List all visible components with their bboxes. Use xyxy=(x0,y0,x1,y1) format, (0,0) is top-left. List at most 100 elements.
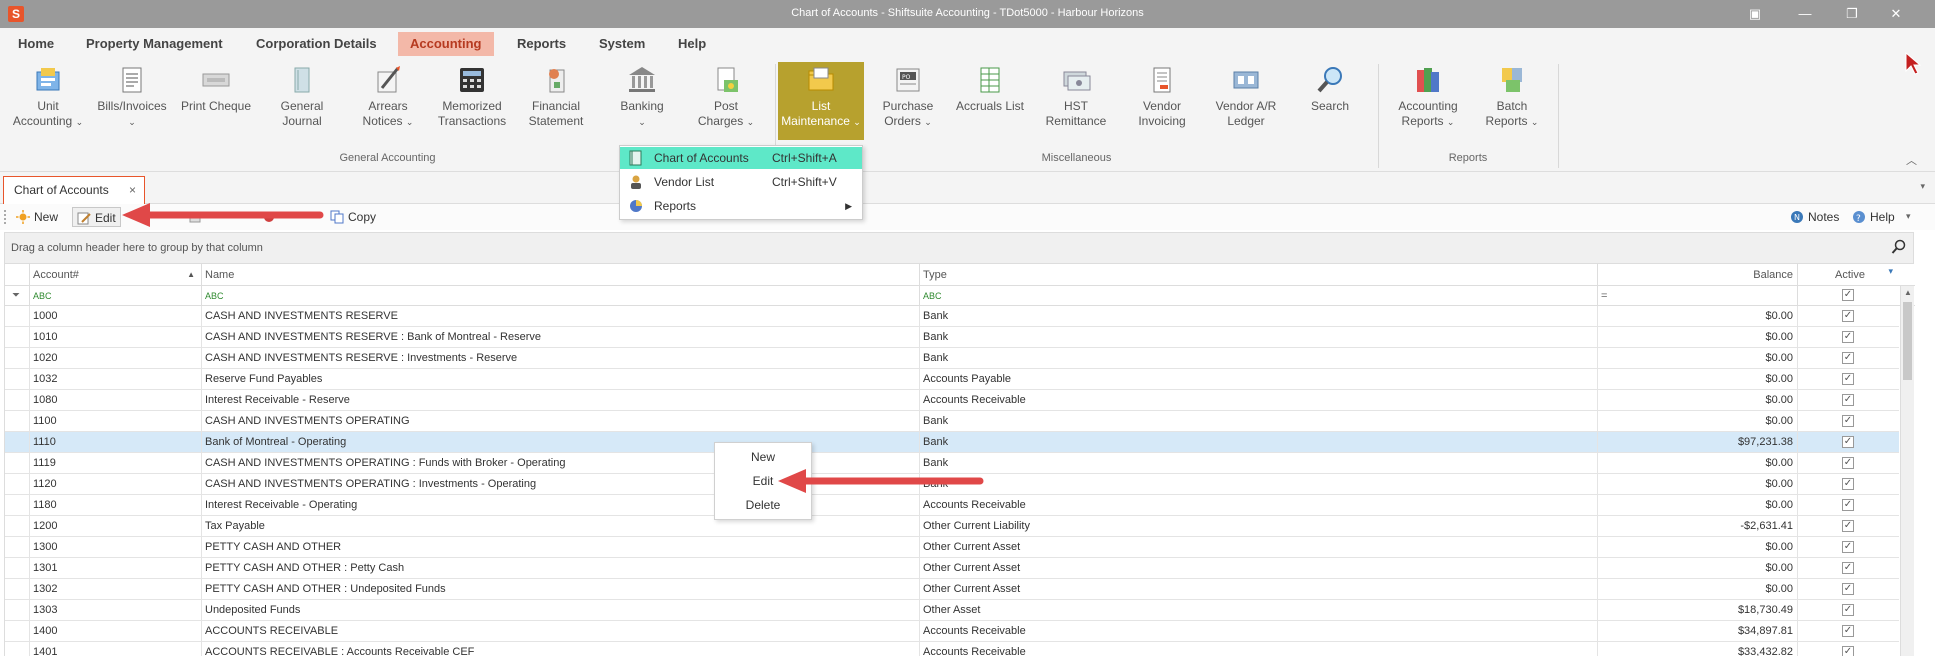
row-indicator-header xyxy=(5,264,29,286)
menu-reports[interactable]: Reports xyxy=(505,32,578,56)
active-checkbox[interactable]: ✓ xyxy=(1842,499,1854,511)
table-row[interactable]: 1020 CASH AND INVESTMENTS RESERVE : Inves… xyxy=(5,348,1899,369)
table-row[interactable]: 1303 Undeposited Funds Other Asset $18,730.… xyxy=(5,600,1899,621)
purchase-orders-button[interactable]: PO Purchase Orders ⌄ xyxy=(870,64,946,130)
cell-balance: $0.00 xyxy=(1597,327,1797,348)
menu-accounting[interactable]: Accounting xyxy=(398,32,494,56)
table-row[interactable]: 1110 Bank of Montreal - Operating Bank $97,… xyxy=(5,432,1899,453)
active-checkbox[interactable]: ✓ xyxy=(1842,604,1854,616)
active-checkbox[interactable]: ✓ xyxy=(1842,310,1854,322)
arrears-notices-button[interactable]: Arrears Notices ⌄ xyxy=(350,64,426,130)
vertical-scrollbar[interactable]: ▲ xyxy=(1900,286,1914,656)
batch-reports-button[interactable]: Batch Reports ⌄ xyxy=(1474,64,1550,130)
notes-label: Notes xyxy=(1808,210,1840,224)
filter-balance[interactable]: = xyxy=(1597,286,1797,306)
general-journal-button[interactable]: General Journal xyxy=(264,64,340,129)
accruals-list-label: Accruals List xyxy=(955,99,1025,113)
vendor-invoicing-button[interactable]: Vendor Invoicing xyxy=(1124,64,1200,129)
edit-button[interactable]: Edit xyxy=(72,207,121,227)
tab-list-dropdown-icon[interactable]: ▾ xyxy=(1920,181,1925,192)
table-row[interactable]: 1000 CASH AND INVESTMENTS RESERVE Bank $0.0… xyxy=(5,306,1899,327)
context-new[interactable]: New xyxy=(715,446,811,468)
active-checkbox[interactable]: ✓ xyxy=(1842,541,1854,553)
new-button[interactable]: New xyxy=(16,207,58,227)
filter-account[interactable]: ABC xyxy=(29,286,201,306)
table-row[interactable]: 1300 PETTY CASH AND OTHER Other Current As… xyxy=(5,537,1899,558)
grid-search-icon[interactable] xyxy=(1891,239,1907,255)
filter-type[interactable]: ABC xyxy=(919,286,1597,306)
column-header-type[interactable]: Type xyxy=(919,264,1597,286)
bills-invoices-button[interactable]: Bills/Invoices ⌄ xyxy=(92,64,172,130)
minimize-icon[interactable]: — xyxy=(1795,4,1815,24)
scroll-up-icon[interactable]: ▲ xyxy=(1904,288,1912,297)
active-checkbox[interactable]: ✓ xyxy=(1842,352,1854,364)
collapse-ribbon-icon[interactable]: ︿ xyxy=(1906,152,1917,168)
vendor-ar-ledger-button[interactable]: Vendor A/R Ledger xyxy=(1204,64,1288,129)
cell-account: 1080 xyxy=(29,390,201,411)
table-row[interactable]: 1200 Tax Payable Other Current Liability -$… xyxy=(5,516,1899,537)
scrollbar-thumb[interactable] xyxy=(1903,302,1912,380)
svg-text:PO: PO xyxy=(902,74,911,81)
active-checkbox[interactable]: ✓ xyxy=(1842,457,1854,469)
unit-accounting-button[interactable]: Unit Accounting ⌄ xyxy=(6,64,90,130)
table-row[interactable]: 1080 Interest Receivable - Reserve Account… xyxy=(5,390,1899,411)
filter-name[interactable]: ABC xyxy=(201,286,919,306)
filter-active-checkbox[interactable]: ✓ xyxy=(1842,289,1854,301)
active-checkbox[interactable]: ✓ xyxy=(1842,625,1854,637)
context-delete[interactable]: Delete xyxy=(715,494,811,516)
group-by-panel[interactable]: Drag a column header here to group by th… xyxy=(4,232,1914,264)
table-row[interactable]: 1032 Reserve Fund Payables Accounts Payabl… xyxy=(5,369,1899,390)
active-checkbox[interactable]: ✓ xyxy=(1842,646,1854,656)
table-row[interactable]: 1400 ACCOUNTS RECEIVABLE Accounts Receivab… xyxy=(5,621,1899,642)
column-header-account[interactable]: Account# ▲ xyxy=(29,264,201,286)
menu-corporation-details[interactable]: Corporation Details xyxy=(244,32,389,56)
filter-active[interactable]: ✓ xyxy=(1797,286,1899,306)
accruals-list-button[interactable]: Accruals List xyxy=(950,64,1030,114)
print-cheque-button[interactable]: Print Cheque xyxy=(178,64,254,114)
notes-button[interactable]: N Notes xyxy=(1790,207,1839,227)
column-header-balance[interactable]: Balance xyxy=(1597,264,1797,286)
menu-item-vendor-list[interactable]: Vendor List Ctrl+Shift+V xyxy=(620,171,862,193)
toolbar-overflow-icon[interactable]: ▾ xyxy=(1906,211,1911,222)
menu-item-reports[interactable]: Reports ▶ xyxy=(620,195,862,217)
menu-system[interactable]: System xyxy=(587,32,657,56)
table-row[interactable]: 1401 ACCOUNTS RECEIVABLE : Accounts Recei… xyxy=(5,642,1899,656)
filter-active-icon[interactable]: ▾ xyxy=(1888,260,1893,282)
table-row[interactable]: 1010 CASH AND INVESTMENTS RESERVE : Bank … xyxy=(5,327,1899,348)
menu-item-chart-of-accounts[interactable]: Chart of Accounts Ctrl+Shift+A xyxy=(620,147,862,169)
cell-type: Bank xyxy=(919,474,1597,495)
maximize-icon[interactable]: ❐ xyxy=(1842,4,1862,24)
banking-button[interactable]: Banking ⌄ xyxy=(604,64,680,130)
accounting-reports-button[interactable]: Accounting Reports ⌄ xyxy=(1386,64,1470,130)
list-maintenance-button[interactable]: List Maintenance ⌄ xyxy=(778,62,864,140)
memorized-transactions-button[interactable]: Memorized Transactions xyxy=(430,64,514,129)
close-icon[interactable]: ✕ xyxy=(1886,4,1906,24)
vendor-ar-ledger-label2: Ledger xyxy=(1227,114,1265,128)
table-row[interactable]: 1180 Interest Receivable - Operating Accou… xyxy=(5,495,1899,516)
active-checkbox[interactable]: ✓ xyxy=(1842,562,1854,574)
active-checkbox[interactable]: ✓ xyxy=(1842,373,1854,385)
hst-remittance-button[interactable]: HST Remittance xyxy=(1038,64,1114,129)
menu-home[interactable]: Home xyxy=(6,32,66,56)
search-button[interactable]: Search xyxy=(1292,64,1368,114)
post-charges-button[interactable]: Post Charges ⌄ xyxy=(688,64,764,130)
menu-property-management[interactable]: Property Management xyxy=(74,32,235,56)
active-checkbox[interactable]: ✓ xyxy=(1842,436,1854,448)
active-checkbox[interactable]: ✓ xyxy=(1842,478,1854,490)
toolbar-grip[interactable] xyxy=(4,210,6,224)
table-row[interactable]: 1100 CASH AND INVESTMENTS OPERATING Bank $0… xyxy=(5,411,1899,432)
active-checkbox[interactable]: ✓ xyxy=(1842,394,1854,406)
copy-button[interactable]: Copy xyxy=(330,207,376,227)
active-checkbox[interactable]: ✓ xyxy=(1842,331,1854,343)
column-header-active[interactable]: Active ▾ xyxy=(1797,264,1899,286)
restore-layout-icon[interactable]: ▣ xyxy=(1745,4,1765,24)
active-checkbox[interactable]: ✓ xyxy=(1842,415,1854,427)
financial-statement-button[interactable]: Financial Statement xyxy=(518,64,594,129)
help-button[interactable]: ? Help xyxy=(1852,207,1895,227)
menu-help[interactable]: Help xyxy=(666,32,718,56)
table-row[interactable]: 1301 PETTY CASH AND OTHER : Petty Cash Oth… xyxy=(5,558,1899,579)
active-checkbox[interactable]: ✓ xyxy=(1842,583,1854,595)
column-header-name[interactable]: Name xyxy=(201,264,919,286)
active-checkbox[interactable]: ✓ xyxy=(1842,520,1854,532)
table-row[interactable]: 1302 PETTY CASH AND OTHER : Undeposited F… xyxy=(5,579,1899,600)
